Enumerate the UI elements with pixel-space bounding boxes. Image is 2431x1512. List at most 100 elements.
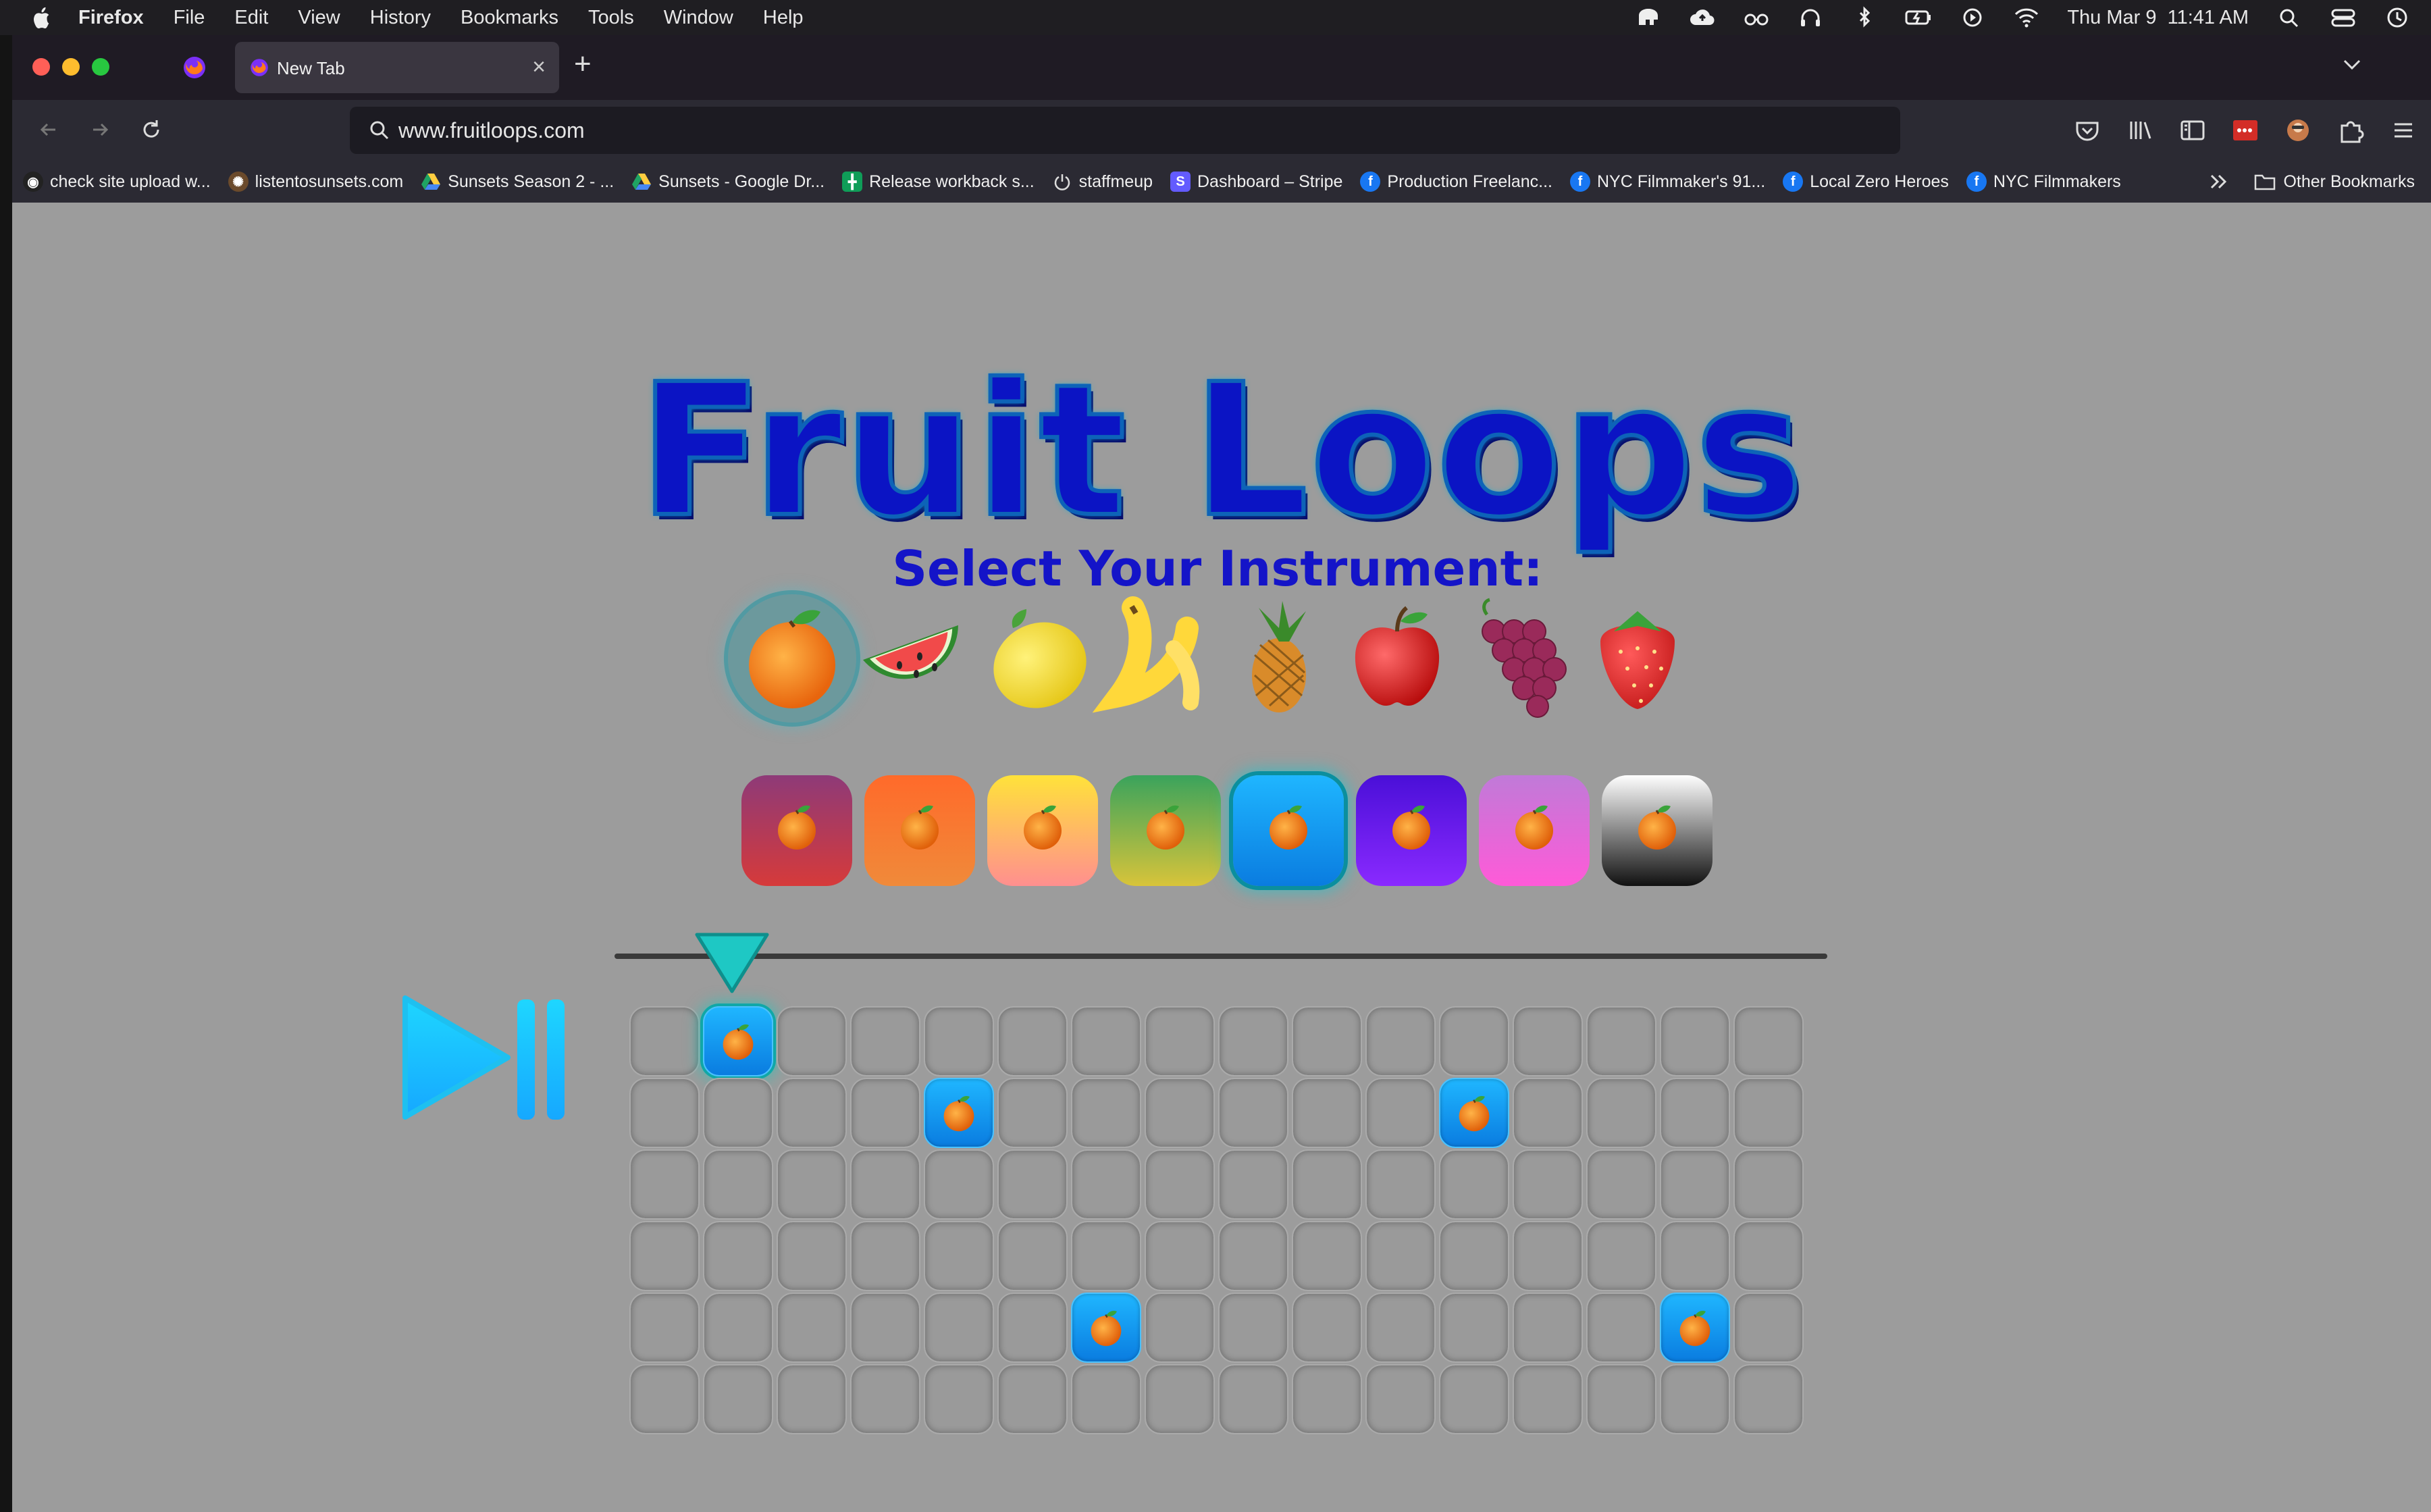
sequencer-cell[interactable] — [924, 1364, 994, 1434]
sequencer-cell[interactable] — [997, 1078, 1068, 1148]
sequencer-cell[interactable] — [1292, 1006, 1362, 1076]
sequencer-cell[interactable] — [629, 1006, 700, 1076]
sequencer-cell[interactable] — [1145, 1293, 1215, 1363]
back-arrow-icon[interactable] — [35, 116, 62, 143]
menu-file[interactable]: File — [174, 7, 205, 29]
reload-icon[interactable] — [138, 116, 165, 143]
color-swatch-pink[interactable] — [1479, 775, 1590, 886]
sequencer-cell[interactable] — [1439, 1221, 1509, 1291]
sequencer-cell[interactable] — [1586, 1293, 1656, 1363]
color-swatch-orange[interactable] — [864, 775, 975, 886]
sequencer-cell[interactable] — [924, 1006, 994, 1076]
sequencer-cell[interactable] — [1071, 1364, 1141, 1434]
sequencer-cell[interactable] — [1733, 1364, 1804, 1434]
account-avatar-icon[interactable] — [2284, 116, 2312, 145]
sequencer-cell[interactable] — [924, 1293, 994, 1363]
extensions-icon[interactable] — [2336, 116, 2365, 145]
sequencer-cell[interactable] — [1071, 1078, 1141, 1148]
sequencer-cell[interactable] — [1145, 1221, 1215, 1291]
forward-arrow-icon[interactable] — [86, 116, 113, 143]
sequencer-cell[interactable] — [777, 1221, 847, 1291]
sequencer-cell-active[interactable] — [703, 1006, 773, 1076]
sequencer-cell[interactable] — [1660, 1078, 1730, 1148]
other-bookmarks-folder[interactable]: Other Bookmarks — [2253, 172, 2415, 192]
sequencer-cell[interactable] — [997, 1149, 1068, 1220]
sequencer-cell[interactable] — [1218, 1293, 1288, 1363]
bookmark-item[interactable]: Sunsets - Google Dr... — [631, 172, 825, 192]
bookmark-item[interactable]: ╋ Release workback s... — [842, 172, 1035, 192]
cloud-upload-icon[interactable] — [1689, 6, 1716, 29]
sequencer-cell[interactable] — [777, 1078, 847, 1148]
sequencer-cell[interactable] — [1586, 1006, 1656, 1076]
sequencer-cell[interactable] — [703, 1364, 773, 1434]
sequencer-cell[interactable] — [1439, 1149, 1509, 1220]
sequencer-cell[interactable] — [703, 1078, 773, 1148]
bluetooth-icon[interactable] — [1851, 6, 1878, 29]
menu-tools[interactable]: Tools — [588, 7, 634, 29]
bookmark-item[interactable]: ◉ check site upload w... — [23, 172, 211, 192]
bookmark-item[interactable]: f Local Zero Heroes — [1783, 172, 1949, 192]
sequencer-cell[interactable] — [1365, 1364, 1436, 1434]
sequencer-cell[interactable] — [777, 1293, 847, 1363]
sequencer-cell[interactable] — [1660, 1364, 1730, 1434]
sequencer-cell[interactable] — [777, 1149, 847, 1220]
sidebar-icon[interactable] — [2178, 116, 2207, 145]
banana-icon[interactable] — [1093, 594, 1221, 723]
sequencer-cell[interactable] — [1733, 1221, 1804, 1291]
color-swatch-green[interactable] — [1110, 775, 1221, 886]
menu-view[interactable]: View — [298, 7, 340, 29]
bookmark-item[interactable]: f Production Freelanc... — [1360, 172, 1552, 192]
control-center-icon[interactable] — [2330, 6, 2357, 29]
sequencer-cell[interactable] — [997, 1006, 1068, 1076]
sequencer-cell[interactable] — [629, 1221, 700, 1291]
firefox-icon[interactable] — [181, 54, 208, 81]
strawberry-icon[interactable] — [1573, 594, 1702, 723]
sequencer-cell-active[interactable] — [924, 1078, 994, 1148]
sequencer-cell[interactable] — [850, 1149, 920, 1220]
address-bar[interactable]: www.fruitloops.com — [350, 107, 1900, 154]
sequencer-cell[interactable] — [1733, 1078, 1804, 1148]
sequencer-cell[interactable] — [850, 1364, 920, 1434]
bookmark-item[interactable]: staffmeup — [1052, 172, 1153, 192]
sequencer-cell[interactable] — [1513, 1364, 1583, 1434]
bookmark-item[interactable]: f NYC Filmmakers — [1966, 172, 2121, 192]
sequencer-cell[interactable] — [1513, 1078, 1583, 1148]
tab-new-tab[interactable]: New Tab × — [235, 42, 559, 93]
sequencer-cell[interactable] — [1439, 1006, 1509, 1076]
sequencer-cell[interactable] — [629, 1149, 700, 1220]
sequencer-cell[interactable] — [777, 1006, 847, 1076]
sequencer-cell[interactable] — [703, 1221, 773, 1291]
bookmark-item[interactable]: Sunsets Season 2 - ... — [421, 172, 614, 192]
color-swatch-yellow[interactable] — [987, 775, 1098, 886]
sequencer-cell[interactable] — [997, 1293, 1068, 1363]
sequencer-cell[interactable] — [777, 1364, 847, 1434]
sequencer-cell[interactable] — [1513, 1293, 1583, 1363]
sequencer-cell[interactable] — [629, 1078, 700, 1148]
zoom-window-button[interactable] — [92, 58, 109, 76]
sequencer-cell[interactable] — [1145, 1006, 1215, 1076]
battery-icon[interactable] — [1905, 6, 1932, 29]
sequencer-cell[interactable] — [1292, 1293, 1362, 1363]
close-window-button[interactable] — [32, 58, 50, 76]
bookmark-item[interactable]: ✺ listentosunsets.com — [228, 172, 403, 192]
sequencer-cell[interactable] — [1586, 1221, 1656, 1291]
lemon-icon[interactable] — [972, 594, 1101, 723]
sequencer-cell[interactable] — [1071, 1149, 1141, 1220]
sequencer-cell[interactable] — [997, 1364, 1068, 1434]
lastpass-extension-icon[interactable] — [2231, 116, 2259, 145]
sequencer-cell[interactable] — [1365, 1149, 1436, 1220]
sequencer-cell[interactable] — [1439, 1364, 1509, 1434]
sequencer-cell[interactable] — [997, 1221, 1068, 1291]
apple-icon[interactable] — [1333, 594, 1461, 723]
sequencer-cell[interactable] — [850, 1221, 920, 1291]
wifi-icon[interactable] — [2013, 6, 2040, 29]
sequencer-cell[interactable] — [1365, 1078, 1436, 1148]
pineapple-icon[interactable] — [1213, 594, 1341, 723]
menu-edit[interactable]: Edit — [234, 7, 268, 29]
color-swatch-blue[interactable] — [1233, 775, 1344, 886]
url-text[interactable]: www.fruitloops.com — [398, 118, 585, 143]
sequencer-cell[interactable] — [1513, 1221, 1583, 1291]
sequencer-cell[interactable] — [1660, 1221, 1730, 1291]
play-circle-icon[interactable] — [1959, 6, 1986, 29]
sequencer-cell[interactable] — [1513, 1006, 1583, 1076]
